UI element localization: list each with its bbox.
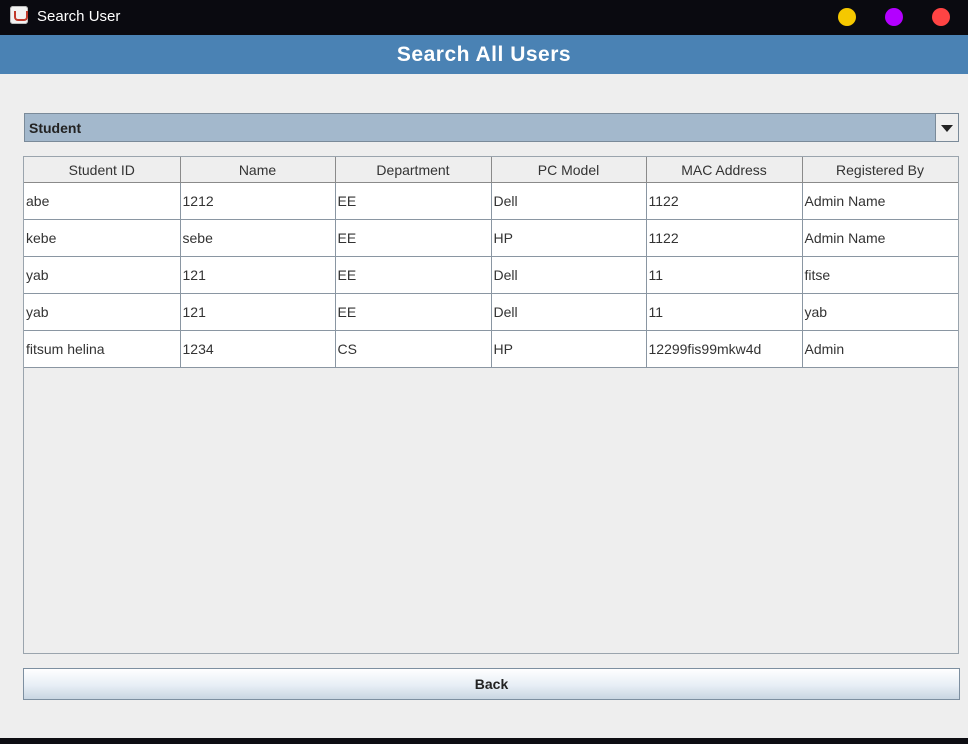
user-type-selected: Student [29,120,82,136]
cell-department[interactable]: CS [335,330,492,368]
maximize-button[interactable] [885,8,903,26]
column-header-pc-model[interactable]: PC Model [491,157,647,183]
cell-mac-address[interactable]: 1122 [646,219,803,257]
cell-mac-address[interactable]: 11 [646,256,803,294]
cell-student-id[interactable]: yab [24,293,181,331]
table-row[interactable]: yab 121 EE Dell 11 fitse [24,256,958,294]
column-header-mac-address[interactable]: MAC Address [646,157,803,183]
cell-name[interactable]: sebe [180,219,336,257]
java-app-icon [10,6,28,24]
column-header-student-id[interactable]: Student ID [24,157,181,183]
cell-registered-by[interactable]: fitse [802,256,958,294]
column-header-name[interactable]: Name [180,157,336,183]
column-header-registered-by[interactable]: Registered By [802,157,958,183]
users-table-scrollpane[interactable]: Student ID Name Department PC Model MAC … [23,156,959,654]
window-title: Search User [37,8,121,25]
cell-mac-address[interactable]: 12299fis99mkw4d [646,330,803,368]
chevron-down-icon[interactable] [935,114,958,141]
table-header-row: Student ID Name Department PC Model MAC … [24,157,958,183]
minimize-button[interactable] [838,8,856,26]
cell-department[interactable]: EE [335,256,492,294]
table-row[interactable]: abe 1212 EE Dell 1122 Admin Name [24,182,958,220]
cell-student-id[interactable]: fitsum helina [24,330,181,368]
cell-student-id[interactable]: yab [24,256,181,294]
cell-student-id[interactable]: abe [24,182,181,220]
cell-registered-by[interactable]: yab [802,293,958,331]
table-row[interactable]: kebe sebe EE HP 1122 Admin Name [24,219,958,257]
table-row[interactable]: yab 121 EE Dell 11 yab [24,293,958,331]
table-row[interactable]: fitsum helina 1234 CS HP 12299fis99mkw4d… [24,330,958,368]
back-button[interactable]: Back [23,668,960,700]
user-type-dropdown[interactable]: Student [24,113,959,142]
cell-department[interactable]: EE [335,182,492,220]
header-banner: Search All Users [0,35,968,74]
cell-name[interactable]: 121 [180,256,336,294]
cell-pc-model[interactable]: Dell [491,182,647,220]
cell-mac-address[interactable]: 11 [646,293,803,331]
column-header-department[interactable]: Department [335,157,492,183]
cell-name[interactable]: 1234 [180,330,336,368]
cell-pc-model[interactable]: Dell [491,293,647,331]
cell-pc-model[interactable]: HP [491,219,647,257]
cell-name[interactable]: 121 [180,293,336,331]
cell-pc-model[interactable]: HP [491,330,647,368]
cell-department[interactable]: EE [335,219,492,257]
cell-mac-address[interactable]: 1122 [646,182,803,220]
page-title: Search All Users [396,43,572,66]
cell-student-id[interactable]: kebe [24,219,181,257]
cell-registered-by[interactable]: Admin [802,330,958,368]
cell-department[interactable]: EE [335,293,492,331]
cell-name[interactable]: 1212 [180,182,336,220]
cell-pc-model[interactable]: Dell [491,256,647,294]
users-table: Student ID Name Department PC Model MAC … [24,157,958,368]
close-button[interactable] [932,8,950,26]
title-bar: Search User [0,0,968,35]
search-user-window: Search User Search All Users Student Stu… [0,0,968,738]
cell-registered-by[interactable]: Admin Name [802,182,958,220]
cell-registered-by[interactable]: Admin Name [802,219,958,257]
